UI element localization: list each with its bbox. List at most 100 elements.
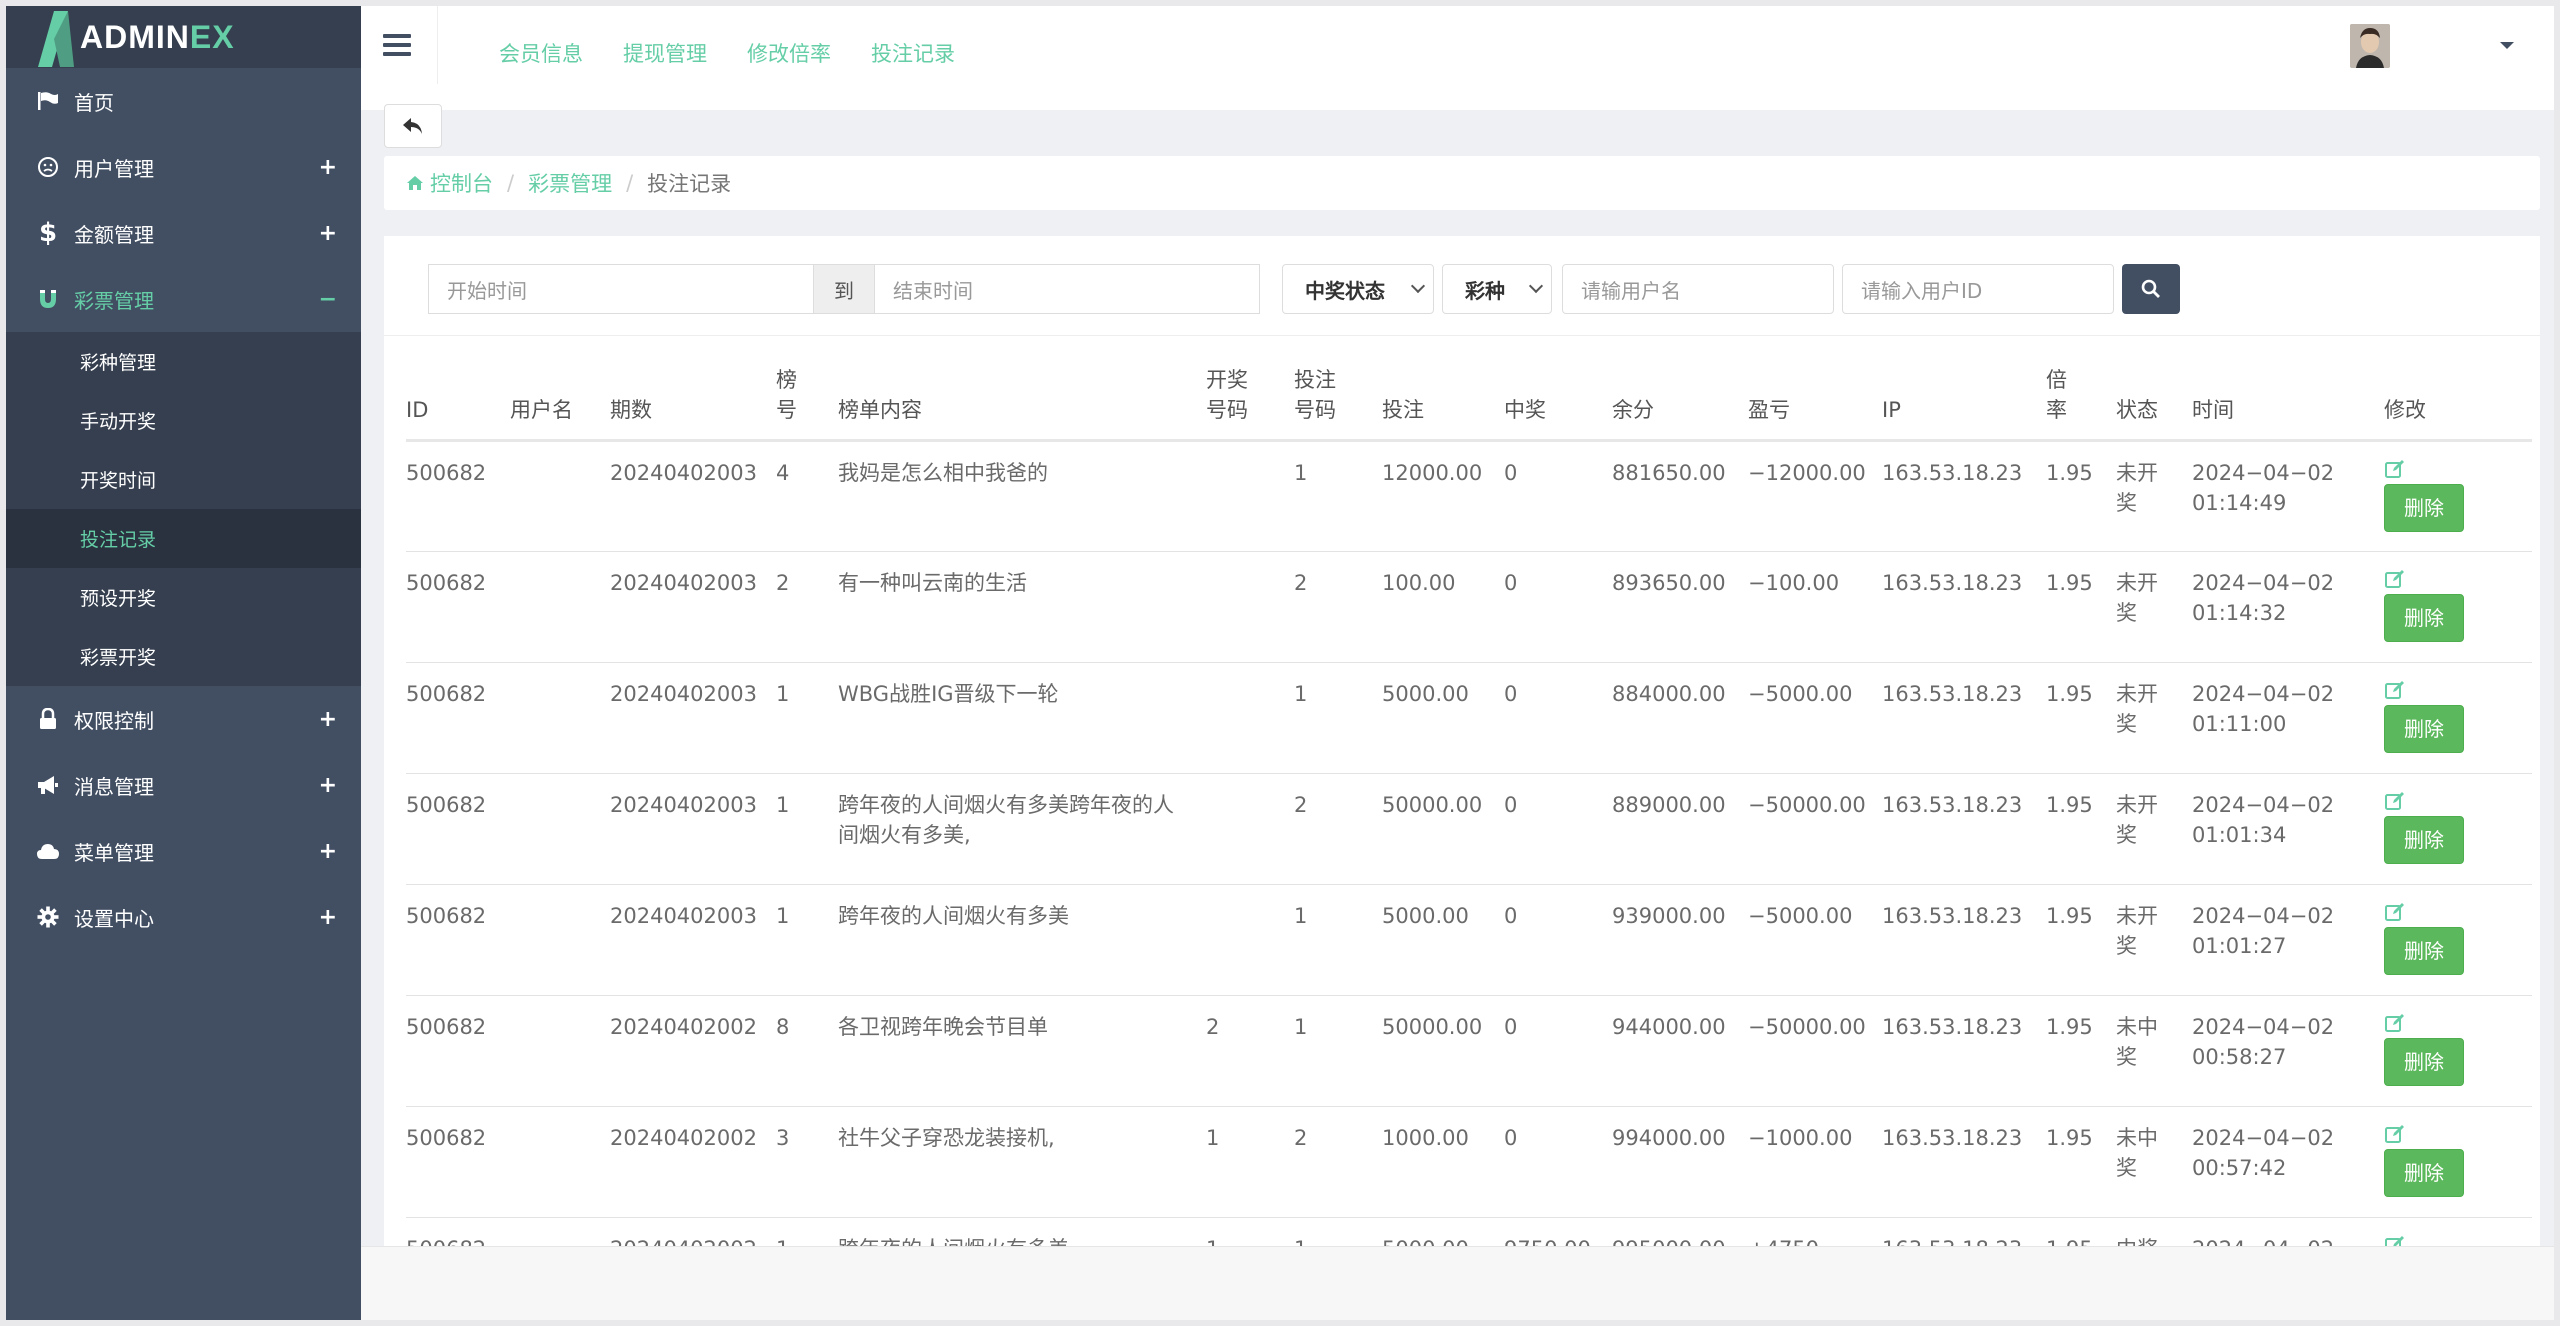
expand-icon: + [318,838,337,864]
breadcrumb: 控制台 / 彩票管理 / 投注记录 [384,156,2540,210]
sidebar-item-users[interactable]: 用户管理 + [6,134,361,200]
cell-bet: 100.00 [1382,551,1504,663]
delete-button[interactable]: 删除 [2384,593,2464,642]
col-time[interactable]: 时间 [2192,344,2384,442]
sidebar-item-messages[interactable]: 消息管理 + [6,752,361,818]
user-menu-caret-icon[interactable] [2500,42,2514,49]
submenu-draw-time[interactable]: 开奖时间 [6,450,361,509]
back-button[interactable] [384,104,442,148]
cell-period: 20240402002 [610,1106,776,1218]
col-balance[interactable]: 余分 [1612,344,1748,442]
cell-ip: 163.53.18.23 [1882,440,2046,552]
select-value: 中奖状态 [1305,278,1385,303]
sidebar-item-lottery[interactable]: 彩票管理 − [6,266,361,332]
cell-actions: 删除 [2384,995,2532,1107]
top-link-change-rate[interactable]: 修改倍率 [747,38,831,68]
top-link-member-info[interactable]: 会员信息 [499,38,583,68]
cell-pnl: −5000.00 [1748,884,1882,996]
delete-button[interactable]: 删除 [2384,483,2464,532]
edit-icon[interactable] [2384,568,2406,590]
delete-button[interactable]: 删除 [2384,704,2464,753]
col-status[interactable]: 状态 [2116,344,2192,442]
logo-text: ADMINEX [80,18,235,55]
table-row: 500682 20240402003 2 有一种叫云南的生活 2 100.00 0 89365… [406,551,2532,663]
table-row: 500682 20240402003 1 跨年夜的人间烟火有多美 1 5000.00 0 93… [406,884,2532,996]
cell-win: 0 [1504,440,1612,552]
col-rank[interactable]: 榜号 [776,344,838,442]
sidebar-item-label: 设置中心 [74,906,154,931]
cell-pnl: −50000.00 [1748,995,1882,1107]
chevron-down-icon [1528,278,1544,294]
edit-icon[interactable] [2384,458,2406,480]
col-pnl[interactable]: 盈亏 [1748,344,1882,442]
sidebar-item-money[interactable]: $ 金额管理 + [6,200,361,266]
sidebar-item-home[interactable]: 首页 [6,68,361,134]
cell-username [510,995,610,1107]
logo[interactable]: ADMINEX [6,6,361,68]
cell-status: 未中奖 [2116,995,2192,1107]
cell-ip: 163.53.18.23 [1882,551,2046,663]
cell-time: 2024−04−02 00:57:42 [2192,1106,2384,1218]
col-period[interactable]: 期数 [610,344,776,442]
col-edit[interactable]: 修改 [2384,344,2532,442]
cell-bet: 5000.00 [1382,662,1504,774]
end-time-input[interactable]: 结束时间 [874,264,1260,314]
sidebar-item-label: 金额管理 [74,222,154,247]
top-link-withdrawals[interactable]: 提现管理 [623,38,707,68]
col-draw-number[interactable]: 开奖 号码 [1206,344,1294,442]
sidebar: ADMINEX 首页 用户管理 + $ 金额管理 + 彩票管理 − 彩种管理 手… [6,6,361,1320]
cell-username [510,662,610,774]
cell-period: 20240402003 [610,884,776,996]
col-win[interactable]: 中奖 [1504,344,1612,442]
submenu-lottery-draw[interactable]: 彩票开奖 [6,627,361,686]
userid-input[interactable]: 请输入用户ID [1842,264,2114,314]
cell-content: 有一种叫云南的生活 [838,551,1206,663]
col-rate[interactable]: 倍率 [2046,344,2116,442]
search-button[interactable] [2122,264,2180,314]
cell-rank: 1 [776,662,838,774]
delete-button[interactable]: 删除 [2384,1037,2464,1086]
expand-icon: + [318,220,337,246]
cell-rate: 1.95 [2046,440,2116,552]
submenu-lottery-types[interactable]: 彩种管理 [6,332,361,391]
col-ip[interactable]: IP [1882,344,2046,442]
edit-icon[interactable] [2384,1123,2406,1145]
breadcrumb-section[interactable]: 彩票管理 [528,168,612,198]
delete-button[interactable]: 删除 [2384,926,2464,975]
col-username[interactable]: 用户名 [510,344,610,442]
bullhorn-icon [36,773,60,797]
top-link-bet-records[interactable]: 投注记录 [871,38,955,68]
delete-button[interactable]: 删除 [2384,815,2464,864]
user-avatar[interactable] [2350,24,2390,68]
start-time-input[interactable]: 开始时间 [428,264,814,314]
cell-ip: 163.53.18.23 [1882,1106,2046,1218]
delete-button[interactable]: 删除 [2384,1148,2464,1197]
hamburger-menu-icon[interactable] [383,34,411,58]
cell-ip: 163.53.18.23 [1882,662,2046,774]
cell-content: WBG战胜IG晋级下一轮 [838,662,1206,774]
col-id[interactable]: ID [406,344,510,442]
cell-pnl: −12000.00 [1748,440,1882,552]
col-bet-number[interactable]: 投注 号码 [1294,344,1382,442]
cell-time: 2024−04−02 01:01:34 [2192,773,2384,885]
edit-icon[interactable] [2384,901,2406,923]
edit-icon[interactable] [2384,790,2406,812]
win-status-select[interactable]: 中奖状态 [1282,264,1434,314]
edit-icon[interactable] [2384,679,2406,701]
col-content[interactable]: 榜单内容 [838,344,1206,442]
cell-pnl: −1000.00 [1748,1106,1882,1218]
col-bet[interactable]: 投注 [1382,344,1504,442]
username-input[interactable]: 请输用户名 [1562,264,1834,314]
sidebar-item-settings[interactable]: 设置中心 + [6,884,361,950]
cell-rate: 1.95 [2046,773,2116,885]
lottery-type-select[interactable]: 彩种 [1442,264,1552,314]
breadcrumb-home[interactable]: 控制台 [430,168,493,198]
submenu-preset-draw[interactable]: 预设开奖 [6,568,361,627]
edit-icon[interactable] [2384,1012,2406,1034]
sidebar-item-menus[interactable]: 菜单管理 + [6,818,361,884]
cell-username [510,884,610,996]
submenu-manual-draw[interactable]: 手动开奖 [6,391,361,450]
submenu-bet-records[interactable]: 投注记录 [6,509,361,568]
sidebar-item-permissions[interactable]: 权限控制 + [6,686,361,752]
cell-time: 2024−04−02 00:58:27 [2192,995,2384,1107]
